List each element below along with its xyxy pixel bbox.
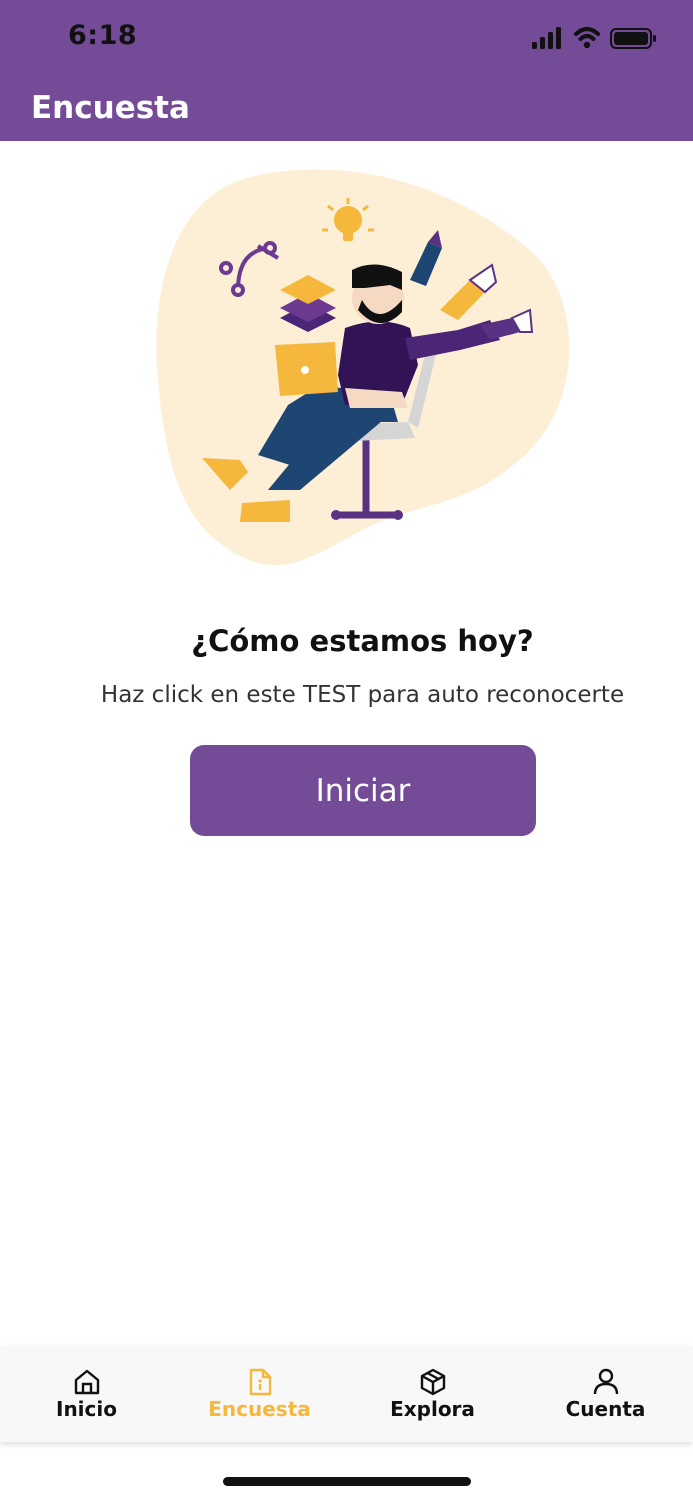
user-icon [593,1368,618,1395]
tab-label: Explora [390,1397,475,1421]
tab-encuesta[interactable]: Encuesta [173,1347,346,1442]
home-icon [74,1369,99,1395]
cube-icon [420,1368,445,1396]
status-icons [532,27,656,49]
document-icon [249,1368,271,1396]
home-indicator[interactable] [223,1477,471,1486]
app-bar: Encuesta [0,76,693,141]
tab-inicio[interactable]: Inicio [0,1347,173,1442]
main-subtitle: Haz click en este TEST para auto reconoc… [100,682,625,708]
tab-label: Cuenta [565,1397,646,1421]
tab-label: Encuesta [208,1397,311,1421]
tab-explora[interactable]: Explora [346,1347,519,1442]
page-title: Encuesta [31,90,190,126]
tab-cuenta[interactable]: Cuenta [519,1347,692,1442]
signal-icon [532,27,561,49]
status-bar: 6:18 [0,0,693,76]
start-button[interactable]: Iniciar [190,745,536,836]
tab-label: Inicio [56,1397,117,1421]
wifi-icon [574,27,600,49]
battery-icon [610,28,656,49]
status-time: 6:18 [68,20,138,51]
main-heading: ¿Cómo estamos hoy? [191,624,534,658]
bottom-tab-bar: Inicio Encuesta Explora Cuenta [0,1347,693,1442]
designer-illustration [156,169,570,566]
